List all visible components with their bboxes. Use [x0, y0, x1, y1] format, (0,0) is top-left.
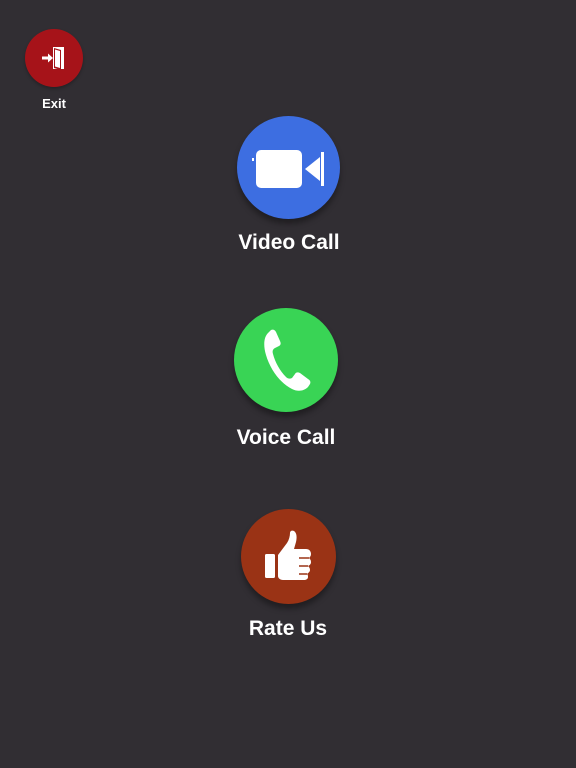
phone-handset-icon: [264, 329, 311, 391]
rate-us-action[interactable]: Rate Us: [0, 509, 576, 641]
door-exit-icon: [42, 47, 64, 70]
exit-label: Exit: [42, 96, 66, 111]
voice-call-label: Voice Call: [236, 426, 336, 449]
rate-us-label: Rate Us: [248, 617, 328, 640]
thumbs-up-icon: [265, 530, 311, 580]
voice-call-button[interactable]: [234, 308, 338, 412]
exit-control[interactable]: Exit: [25, 29, 83, 111]
video-call-button[interactable]: [236, 116, 340, 219]
rate-us-button[interactable]: [240, 509, 336, 604]
exit-button[interactable]: [25, 29, 83, 87]
video-camera-icon: [252, 149, 324, 188]
video-call-action[interactable]: Video Call: [0, 116, 576, 255]
voice-call-action[interactable]: Voice Call: [0, 308, 576, 450]
video-call-label: Video Call: [238, 231, 340, 254]
